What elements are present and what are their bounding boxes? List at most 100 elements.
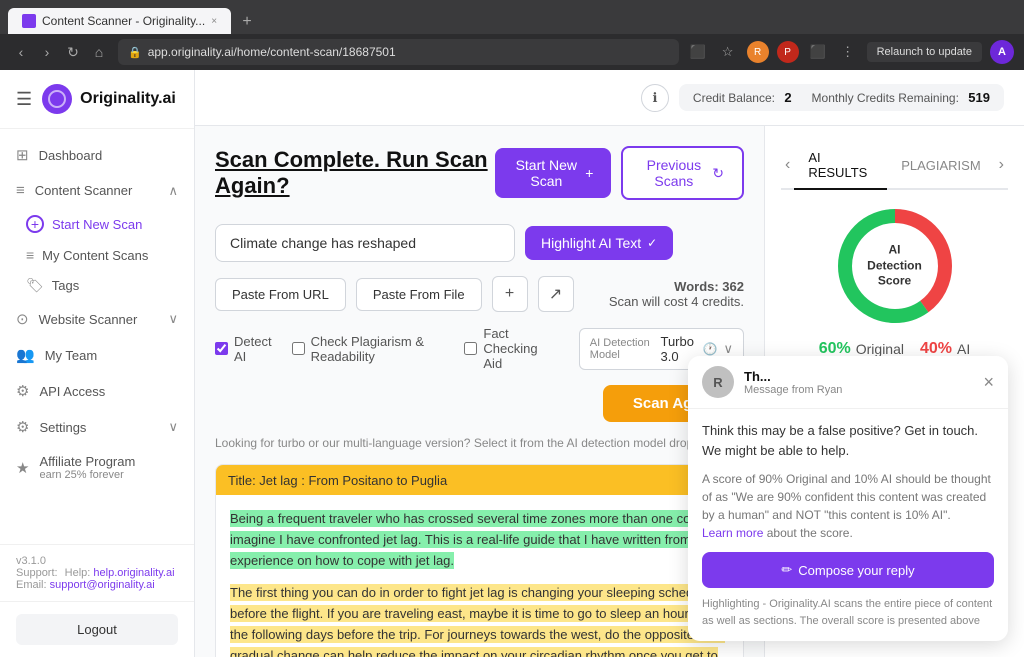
reload-button[interactable]: ↻ [62, 41, 84, 63]
settings-icon: ⚙ [16, 418, 29, 436]
tab-prev-arrow[interactable]: ‹ [781, 152, 794, 178]
chat-subtext: A score of 90% Original and 10% AI shoul… [702, 470, 994, 542]
scan-text-input[interactable] [215, 224, 515, 262]
tab-ai-results[interactable]: AI RESULTS [794, 142, 887, 190]
address-bar[interactable]: 🔒 app.originality.ai/home/content-scan/1… [118, 39, 679, 65]
monthly-credits-label: Monthly Credits Remaining: [812, 91, 959, 105]
tab-next-arrow[interactable]: › [995, 152, 1008, 178]
back-button[interactable]: ‹ [10, 41, 32, 63]
tag-icon: 🏷 [26, 277, 44, 294]
active-tab[interactable]: Content Scanner - Originality... × [8, 8, 231, 34]
learn-more-link[interactable]: Learn more [702, 526, 763, 540]
more-icon[interactable]: ⋮ [837, 41, 859, 63]
profile-icon2[interactable]: P [777, 41, 799, 63]
support-email-link[interactable]: support@originality.ai [50, 579, 155, 591]
chat-header: R Th... Message from Ryan × [688, 356, 1008, 409]
options-row: Detect AI Check Plagiarism & Readability… [215, 326, 744, 371]
sidebar-affiliate-sublabel: earn 25% forever [39, 469, 135, 481]
sidebar-item-my-team[interactable]: 👥 My Team [0, 337, 194, 373]
header-actions: Start New Scan + Previous Scans ↻ [495, 146, 744, 200]
logo-inner [48, 90, 66, 108]
sidebar-item-website-scanner[interactable]: ⊙ Website Scanner ∨ [0, 301, 194, 337]
scan-input-row: Highlight AI Text ✓ [215, 224, 744, 262]
extensions-icon[interactable]: ⬛ [807, 41, 829, 63]
model-chevron-icon: ∨ [723, 341, 733, 357]
sidebar-footer: Logout [0, 601, 194, 657]
score-ai-label: AI [957, 341, 970, 357]
tab-plagiarism[interactable]: PLAGIARISM [887, 150, 994, 183]
highlighted-text-2: The first thing you can do in order to f… [230, 584, 729, 657]
previous-scans-button[interactable]: Previous Scans ↻ [621, 146, 744, 200]
new-tab-button[interactable]: + [235, 10, 259, 34]
plagiarism-label: Check Plagiarism & Readability [311, 334, 445, 364]
scan-header: Scan Complete. Run Scan Again? Start New… [215, 146, 744, 216]
content-scanner-icon: ≡ [16, 182, 25, 199]
sidebar-logo-area: ☰ Originality.ai [0, 70, 194, 129]
credits-box: Credit Balance: 2 Monthly Credits Remain… [679, 84, 1004, 111]
tab-close-icon[interactable]: × [211, 16, 217, 27]
submenu-content-scanner: + Start New Scan ≡ My Content Scans 🏷 Ta… [0, 208, 194, 301]
info-button[interactable]: ℹ [641, 84, 669, 112]
chat-sender-name: Th... [744, 369, 842, 384]
brand-name: Originality.ai [80, 90, 176, 108]
learn-more-suffix: about the score. [767, 526, 853, 540]
cast-icon[interactable]: ⬛ [687, 41, 709, 63]
monthly-credits-value: 519 [968, 90, 990, 105]
highlight-ai-text-button[interactable]: Highlight AI Text ✓ [525, 226, 673, 260]
sidebar-item-affiliate[interactable]: ★ Affiliate Program earn 25% forever [0, 445, 194, 490]
sidebar-item-settings[interactable]: ⚙ Settings ∨ [0, 409, 194, 445]
highlighted-text-1: Being a frequent traveler who has crosse… [230, 510, 712, 569]
sidebar-item-my-content-scans[interactable]: ≡ My Content Scans [10, 240, 194, 270]
sidebar-item-content-scanner[interactable]: ≡ Content Scanner ∧ [0, 173, 194, 208]
relaunch-button[interactable]: Relaunch to update [867, 42, 982, 62]
profile-icon1[interactable]: R [747, 41, 769, 63]
sidebar-item-dashboard[interactable]: ⊞ Dashboard [0, 137, 194, 173]
detect-ai-input[interactable] [215, 342, 228, 355]
share-button[interactable]: ↗ [538, 276, 574, 312]
sidebar-label-content-scanner: Content Scanner [35, 183, 133, 198]
bookmark-icon[interactable]: ☆ [717, 41, 739, 63]
chat-body: Think this may be a false positive? Get … [688, 409, 1008, 641]
fact-checking-checkbox[interactable]: Fact Checking Aid [464, 326, 558, 371]
nav-buttons: ‹ › ↻ ⌂ [10, 41, 110, 63]
help-link[interactable]: help.originality.ai [93, 567, 174, 579]
sidebar-label-settings: Settings [39, 420, 86, 435]
paste-file-button[interactable]: Paste From File [356, 278, 482, 311]
highlight-note: Highlighting - Originality.AI scans the … [702, 596, 994, 629]
paste-url-button[interactable]: Paste From URL [215, 278, 346, 311]
sidebar-item-start-new-scan[interactable]: + Start New Scan [10, 208, 194, 240]
words-info: Words: 362 Scan will cost 4 credits. [609, 279, 744, 309]
start-new-scan-button[interactable]: Start New Scan + [495, 148, 611, 198]
website-scanner-icon: ⊙ [16, 310, 29, 328]
api-icon: ⚙ [16, 382, 29, 400]
list-icon: ≡ [26, 247, 34, 263]
logout-button[interactable]: Logout [16, 614, 178, 645]
compose-reply-button[interactable]: ✏ Compose your reply [702, 552, 994, 588]
checkmark-icon: ✓ [647, 236, 657, 250]
detect-ai-label: Detect AI [234, 334, 272, 364]
compose-icon: ✏ [781, 562, 792, 578]
plagiarism-input[interactable] [292, 342, 305, 355]
detect-ai-checkbox[interactable]: Detect AI [215, 334, 272, 364]
chat-close-button[interactable]: × [983, 372, 994, 393]
tab-favicon [22, 14, 36, 28]
team-icon: 👥 [16, 346, 35, 364]
credit-balance-label: Credit Balance: [693, 91, 775, 105]
fact-checking-input[interactable] [464, 342, 477, 355]
add-button[interactable]: + [492, 276, 528, 312]
results-tabs: ‹ AI RESULTS PLAGIARISM › [781, 142, 1008, 190]
sidebar-version: v3.1.0 Support: Help: help.originality.a… [0, 544, 194, 601]
sidebar-item-api-access[interactable]: ⚙ API Access [0, 373, 194, 409]
compose-label: Compose your reply [798, 563, 914, 578]
forward-button[interactable]: › [36, 41, 58, 63]
browser-toolbar: ‹ › ↻ ⌂ 🔒 app.originality.ai/home/conten… [0, 34, 1024, 70]
home-button[interactable]: ⌂ [88, 41, 110, 63]
add-icon: + [26, 215, 44, 233]
chevron-settings-icon: ∨ [168, 419, 178, 435]
url-text: app.originality.ai/home/content-scan/186… [148, 45, 396, 59]
content-box-header: Title: Jet lag : From Positano to Puglia… [216, 465, 743, 495]
sidebar-item-tags[interactable]: 🏷 Tags [10, 270, 194, 301]
plagiarism-checkbox[interactable]: Check Plagiarism & Readability [292, 334, 445, 364]
hamburger-menu[interactable]: ☰ [16, 89, 32, 110]
user-avatar: A [990, 40, 1014, 64]
